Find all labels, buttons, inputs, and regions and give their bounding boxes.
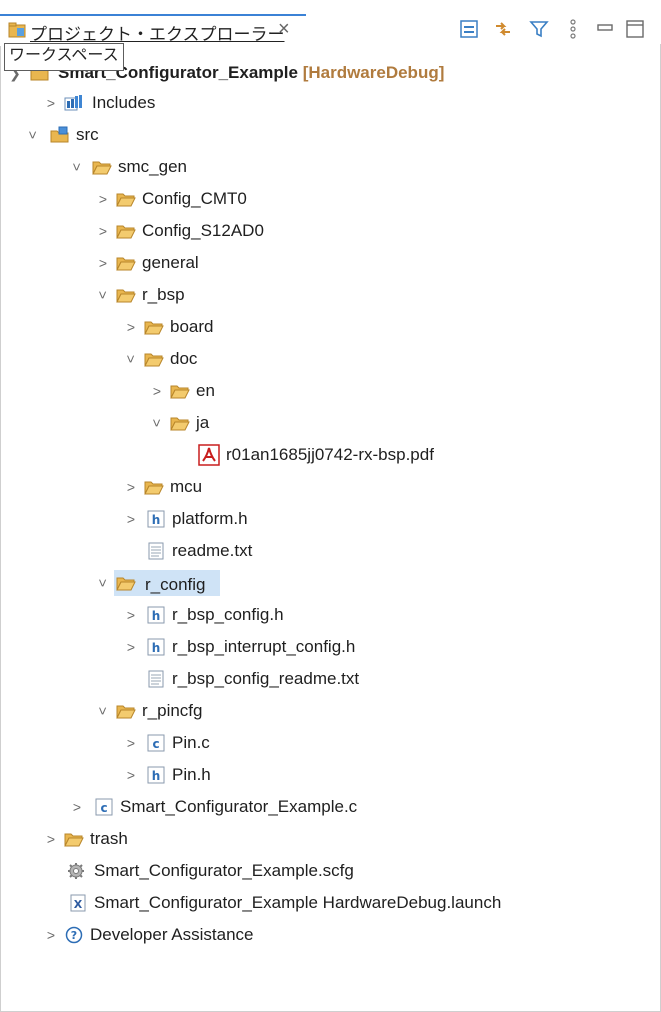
tree-item-label: r_config (145, 575, 206, 594)
collapse-all-icon[interactable] (458, 18, 480, 40)
includes-icon (64, 95, 82, 111)
help-icon: ? (65, 926, 83, 944)
c-source-file-icon: c (95, 798, 113, 816)
chevron-right-icon[interactable]: > (44, 920, 58, 950)
chevron-right-icon[interactable]: > (124, 312, 138, 342)
project-config: [HardwareDebug] (302, 63, 445, 82)
tree-item-label: r01an1685jj0742-rx-bsp.pdf (226, 445, 434, 464)
folder-open-icon (144, 353, 164, 367)
tree-item-label: platform.h (172, 509, 248, 528)
tree-item-label: r_pincfg (142, 701, 203, 720)
tree-item-label: Config_S12AD0 (142, 221, 264, 240)
chevron-right-icon[interactable]: > (44, 824, 58, 854)
chevron-right-icon[interactable]: > (124, 632, 138, 662)
header-file-icon: h (147, 510, 165, 528)
chevron-down-icon[interactable]: > (18, 128, 48, 142)
header-file-icon: h (147, 766, 165, 784)
tree-item-label: en (196, 381, 215, 400)
folder-open-icon (116, 705, 136, 719)
folder-open-icon (92, 161, 112, 175)
header-file-icon: h (147, 606, 165, 624)
view-menu-icon[interactable] (562, 18, 584, 40)
c-source-file-icon: c (147, 734, 165, 752)
folder-open-icon (64, 833, 84, 847)
svg-text:?: ? (71, 929, 77, 942)
tree-item-label: Config_CMT0 (142, 189, 247, 208)
folder-open-icon (116, 193, 136, 207)
svg-text:h: h (152, 513, 161, 527)
folder-open-icon (116, 577, 136, 591)
tree-item-label: src (76, 125, 99, 144)
text-file-icon (148, 542, 164, 560)
folder-open-icon (116, 225, 136, 239)
tab-close-icon[interactable]: × (278, 18, 290, 41)
project-explorer-tab[interactable]: プロジェクト・エクスプローラー × (0, 14, 306, 46)
tree-item-label: mcu (170, 477, 203, 496)
source-folder-icon (50, 126, 69, 143)
header-file-icon: h (147, 638, 165, 656)
pdf-file-icon (198, 444, 220, 466)
chevron-right-icon[interactable]: > (96, 184, 110, 214)
tab-title: プロジェクト・エクスプローラー (30, 25, 285, 44)
svg-text:h: h (152, 769, 161, 783)
gear-icon (68, 863, 84, 879)
chevron-right-icon[interactable]: > (124, 760, 138, 790)
workspace-tooltip: ワークスペース (4, 43, 124, 71)
chevron-down-icon[interactable]: > (62, 160, 92, 174)
tree-item-label: r_bsp_config_readme.txt (172, 669, 360, 688)
minimize-icon[interactable] (594, 18, 616, 40)
tree-item-label: Smart_Configurator_Example.c (120, 797, 358, 816)
chevron-right-icon[interactable]: > (124, 600, 138, 630)
tree-item-label: Smart_Configurator_Example.scfg (94, 861, 354, 880)
view-header: プロジェクト・エクスプローラー × (0, 0, 661, 46)
tree-item-label: smc_gen (118, 157, 187, 176)
tree-item-label: Pin.h (172, 765, 211, 784)
tree-item-label: r_bsp (142, 285, 185, 304)
folder-open-icon (116, 289, 136, 303)
folder-open-icon (170, 417, 190, 431)
chevron-right-icon[interactable]: > (70, 792, 84, 822)
chevron-right-icon[interactable]: > (44, 88, 58, 118)
chevron-right-icon[interactable]: > (124, 472, 138, 502)
tree-item-label: doc (170, 349, 198, 368)
chevron-down-icon[interactable]: > (88, 704, 118, 718)
folder-open-icon (116, 257, 136, 271)
folder-open-icon (144, 481, 164, 495)
tree-item-label: readme.txt (172, 541, 253, 560)
chevron-right-icon[interactable]: > (124, 728, 138, 758)
tree-item-label: trash (90, 829, 128, 848)
tree-item-label: Pin.c (172, 733, 210, 752)
chevron-right-icon[interactable]: > (96, 216, 110, 246)
tree-item-label: ja (196, 413, 210, 432)
svg-text:X: X (74, 898, 83, 911)
folder-open-icon (170, 385, 190, 399)
chevron-right-icon[interactable]: > (124, 504, 138, 534)
tree-item-label: Developer Assistance (90, 925, 254, 944)
svg-text:h: h (152, 609, 161, 623)
chevron-down-icon[interactable]: > (142, 416, 172, 430)
launch-file-icon: X (70, 894, 86, 912)
project-explorer-icon (8, 22, 26, 38)
text-file-icon (148, 670, 164, 688)
tree-item-label: Smart_Configurator_Example HardwareDebug… (94, 893, 502, 912)
chevron-right-icon[interactable]: > (150, 376, 164, 406)
tree-item-label: r_bsp_config.h (172, 605, 284, 624)
tree-item-label: r_bsp_interrupt_config.h (172, 637, 356, 656)
tree-item-label: general (142, 253, 199, 272)
maximize-icon[interactable] (624, 18, 646, 40)
svg-text:c: c (152, 737, 159, 751)
filter-icon[interactable] (528, 18, 550, 40)
folder-open-icon (144, 321, 164, 335)
tree-item-label: Includes (92, 93, 156, 112)
tree-item-label: board (170, 317, 214, 336)
chevron-down-icon[interactable]: > (88, 288, 118, 302)
chevron-right-icon[interactable]: > (96, 248, 110, 278)
chevron-down-icon[interactable]: > (116, 352, 146, 366)
link-with-editor-icon[interactable] (492, 18, 514, 40)
svg-text:h: h (152, 641, 161, 655)
svg-text:c: c (100, 801, 107, 815)
